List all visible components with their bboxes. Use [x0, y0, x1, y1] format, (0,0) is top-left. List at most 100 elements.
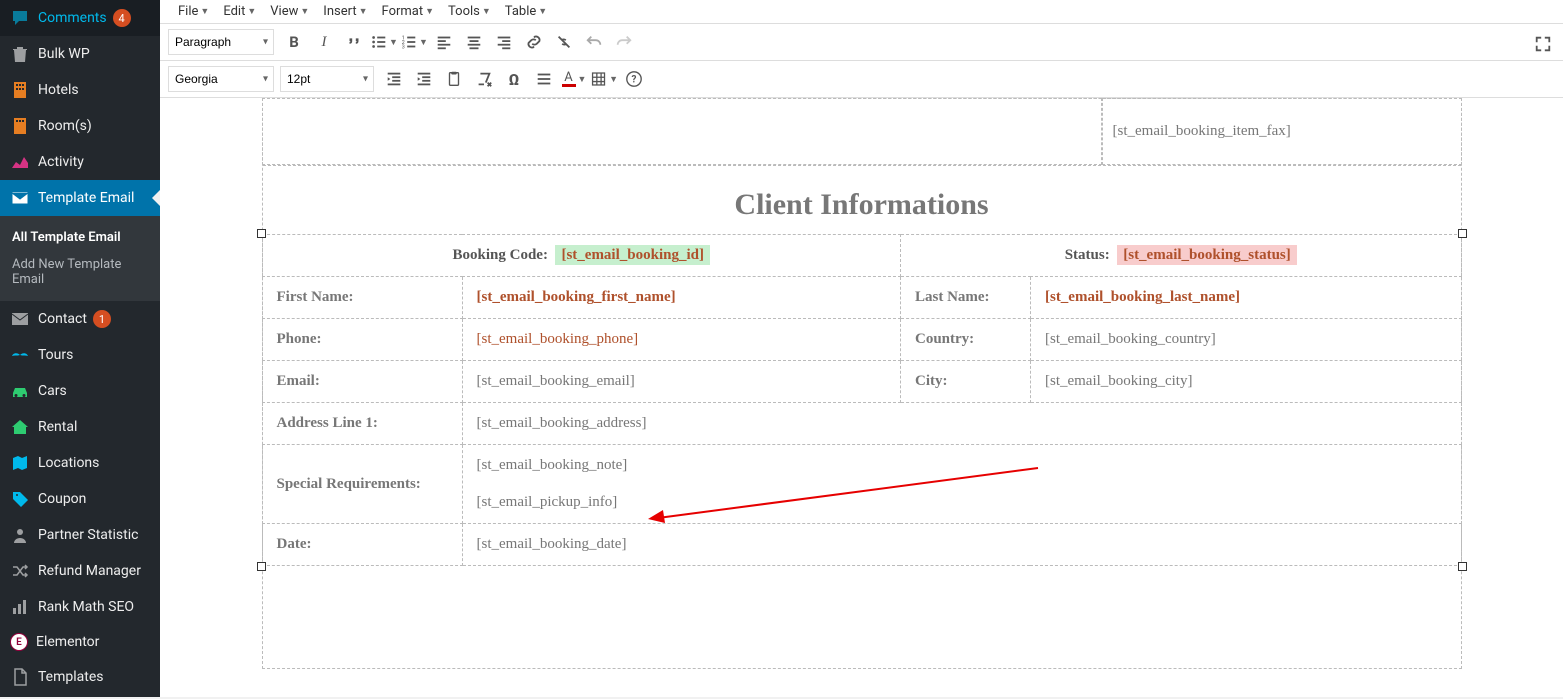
sidebar-item-locations[interactable]: Locations: [0, 445, 160, 481]
blockquote-button[interactable]: [340, 28, 368, 56]
table-row[interactable]: Phone: [st_email_booking_phone] Country:…: [262, 319, 1461, 361]
sidebar-item-coupon[interactable]: Coupon: [0, 481, 160, 517]
shuffle-icon: [10, 561, 30, 581]
editor-canvas[interactable]: [st_email_booking_item_fax] Client Infor…: [160, 98, 1563, 699]
menu-view[interactable]: View▼: [264, 2, 315, 21]
table-row[interactable]: Special Requirements: [st_email_booking_…: [262, 445, 1461, 524]
table-row[interactable]: Date: [st_email_booking_date]: [262, 524, 1461, 566]
unlink-button[interactable]: [550, 28, 578, 56]
menu-insert[interactable]: Insert▼: [317, 2, 373, 21]
sidebar-submenu: All Template Email Add New Template Emai…: [0, 216, 160, 301]
resize-handle[interactable]: [257, 562, 266, 571]
submenu-add-new-template-email[interactable]: Add New Template Email: [0, 251, 160, 293]
help-button[interactable]: ?: [620, 65, 648, 93]
menu-tools[interactable]: Tools▼: [442, 2, 497, 21]
sidebar-item-elementor[interactable]: E Elementor: [0, 625, 160, 659]
sidebar-item-refund[interactable]: Refund Manager: [0, 553, 160, 589]
map-icon: [10, 453, 30, 473]
table-row[interactable]: First Name: [st_email_booking_first_name…: [262, 277, 1461, 319]
number-list-button[interactable]: 123▼: [400, 28, 428, 56]
template-header-right-cell[interactable]: [st_email_booking_item_fax]: [1102, 98, 1462, 165]
sidebar-item-template-email[interactable]: Template Email: [0, 180, 160, 216]
sidebar-item-contact[interactable]: Contact 1: [0, 301, 160, 337]
sidebar-item-bulkwp[interactable]: Bulk WP: [0, 36, 160, 72]
sidebar-item-partner[interactable]: Partner Statistic: [0, 517, 160, 553]
contact-badge: 1: [93, 310, 111, 328]
sidebar-item-activity[interactable]: Activity: [0, 144, 160, 180]
indent-button[interactable]: [410, 65, 438, 93]
table-row[interactable]: Address Line 1: [st_email_booking_addres…: [262, 403, 1461, 445]
align-right-button[interactable]: [490, 28, 518, 56]
font-size-select[interactable]: 12pt: [280, 66, 374, 92]
comment-icon: [10, 8, 30, 28]
client-info-table-wrapper: Booking Code: [st_email_booking_id] Stat…: [262, 234, 1462, 566]
outdent-button[interactable]: [380, 65, 408, 93]
sidebar-item-tours[interactable]: Tours: [0, 337, 160, 373]
italic-button[interactable]: I: [310, 28, 338, 56]
sidebar-label: Activity: [38, 154, 84, 170]
tag-icon: [10, 489, 30, 509]
sidebar-label: Rank Math SEO: [38, 599, 134, 615]
sidebar-label: Tours: [38, 347, 73, 363]
building-icon: [10, 80, 30, 100]
resize-handle[interactable]: [1458, 229, 1467, 238]
editor-main: File▼ Edit▼ View▼ Insert▼ Format▼ Tools▼…: [160, 0, 1563, 697]
template-header-left-cell[interactable]: [262, 98, 1102, 165]
home-icon: [10, 417, 30, 437]
clear-format-button[interactable]: [470, 65, 498, 93]
text-color-button[interactable]: A▼: [560, 65, 588, 93]
svg-text:3: 3: [402, 44, 405, 50]
client-info-table[interactable]: Booking Code: [st_email_booking_id] Stat…: [262, 234, 1462, 566]
sidebar-label: Comments: [38, 10, 107, 26]
resize-handle[interactable]: [257, 229, 266, 238]
comments-badge: 4: [113, 9, 131, 27]
sidebar-label: Coupon: [38, 491, 86, 507]
sidebar-item-rental[interactable]: Rental: [0, 409, 160, 445]
undo-button[interactable]: [580, 28, 608, 56]
bullet-list-button[interactable]: ▼: [370, 28, 398, 56]
sidebar-label: Templates: [38, 669, 104, 685]
admin-sidebar: Comments 4 Bulk WP Hotels Room(s) Activi…: [0, 0, 160, 697]
paste-text-button[interactable]: [440, 65, 468, 93]
car-icon: [10, 381, 30, 401]
sidebar-label: Cars: [38, 383, 67, 399]
sidebar-item-comments[interactable]: Comments 4: [0, 0, 160, 36]
sidebar-item-rankmath[interactable]: Rank Math SEO: [0, 589, 160, 625]
editor-menubar: File▼ Edit▼ View▼ Insert▼ Format▼ Tools▼…: [160, 0, 1563, 24]
redo-button[interactable]: [610, 28, 638, 56]
table-button[interactable]: ▼: [590, 65, 618, 93]
special-char-button[interactable]: Ω: [500, 65, 528, 93]
sidebar-item-hotels[interactable]: Hotels: [0, 72, 160, 108]
palm-icon: [10, 345, 30, 365]
svg-text:?: ?: [632, 75, 637, 86]
align-center-button[interactable]: [460, 28, 488, 56]
section-heading[interactable]: Client Informations: [263, 166, 1461, 234]
bold-button[interactable]: B: [280, 28, 308, 56]
editor-toolbar-1: Paragraph B I ▼ 123▼: [160, 24, 1563, 61]
activity-icon: [10, 152, 30, 172]
menu-table[interactable]: Table▼: [499, 2, 553, 21]
mail-icon: [10, 188, 30, 208]
link-button[interactable]: [520, 28, 548, 56]
user-icon: [10, 525, 30, 545]
sidebar-item-cars[interactable]: Cars: [0, 373, 160, 409]
fullscreen-button[interactable]: [1529, 30, 1557, 58]
menu-edit[interactable]: Edit▼: [217, 2, 262, 21]
menu-file[interactable]: File▼: [172, 2, 215, 21]
font-family-select[interactable]: Georgia: [168, 66, 274, 92]
table-row[interactable]: Booking Code: [st_email_booking_id] Stat…: [262, 235, 1461, 277]
trash-icon: [10, 44, 30, 64]
sidebar-item-templates[interactable]: Templates: [0, 659, 160, 695]
table-row[interactable]: Email: [st_email_booking_email] City: [s…: [262, 361, 1461, 403]
submenu-all-template-email[interactable]: All Template Email: [0, 224, 160, 251]
align-left-button[interactable]: [430, 28, 458, 56]
block-format-select[interactable]: Paragraph: [168, 29, 274, 55]
sidebar-item-rooms[interactable]: Room(s): [0, 108, 160, 144]
hr-button[interactable]: [530, 65, 558, 93]
elementor-icon: E: [10, 633, 28, 651]
building-icon: [10, 116, 30, 136]
menu-format[interactable]: Format▼: [376, 2, 441, 21]
mail-icon: [10, 309, 30, 329]
resize-handle[interactable]: [1458, 562, 1467, 571]
sidebar-label: Template Email: [38, 190, 134, 206]
